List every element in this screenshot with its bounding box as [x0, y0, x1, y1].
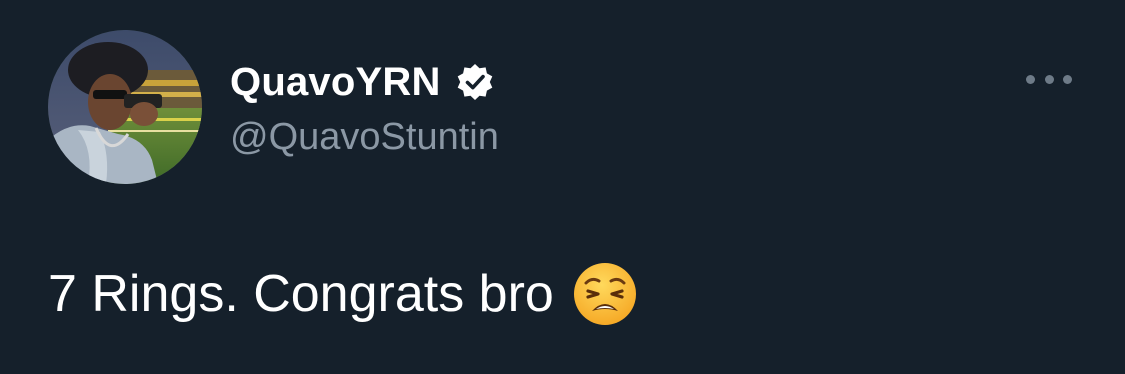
more-dot: [1044, 74, 1054, 84]
verified-badge-icon: [455, 62, 495, 102]
avatar-photo: [48, 30, 202, 184]
more-dot: [1026, 74, 1035, 84]
author-name-row[interactable]: QuavoYRN: [230, 56, 495, 108]
avatar[interactable]: [48, 30, 202, 184]
more-dot: [1063, 74, 1072, 84]
tweet-text: 7 Rings. Congrats bro: [48, 265, 554, 323]
display-name[interactable]: QuavoYRN: [230, 56, 441, 108]
tweet-text-row: 7 Rings. Congrats bro: [48, 258, 638, 330]
weary-face-emoji: [572, 261, 638, 327]
author-handle[interactable]: @QuavoStuntin: [230, 112, 499, 162]
tweet-card: QuavoYRN @QuavoStuntin 7 Rings. Congrats…: [0, 0, 1125, 374]
more-options-icon[interactable]: [1026, 66, 1072, 92]
